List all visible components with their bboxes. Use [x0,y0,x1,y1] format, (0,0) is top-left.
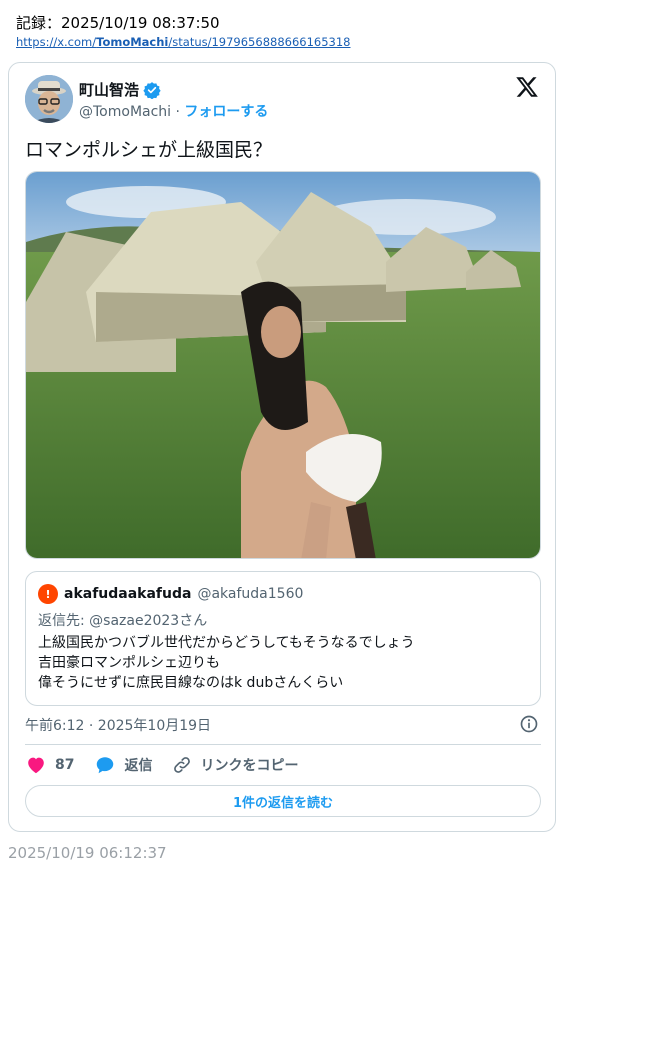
tweet-photo[interactable] [25,171,541,559]
source-link[interactable]: https://x.com/TomoMachi/status/197965688… [16,35,351,49]
verified-badge-icon [143,81,161,99]
quote-line: 偉そうにせずに庶民目線なのはk dubさんくらい [38,675,344,691]
quote-avatar[interactable]: ! [38,584,58,604]
like-count: 87 [55,757,75,773]
tweet-card: 町山智浩 @TomoMachi · フォローする ロマンポルシェが上級国民？ !… [8,62,556,832]
tweet-text: ロマンポルシェが上級国民？ [25,139,273,161]
action-bar: 87 返信 リンクをコピー [25,753,298,777]
quote-handle[interactable]: @akafuda1560 [197,586,303,602]
quote-text: 上級国民かつバブル世代だからどうしてもそうなるでしょう 吉田豪ロマンポルシェ辺り… [38,633,415,693]
photo-image [26,172,540,558]
heart-icon [28,757,44,774]
divider [25,744,541,745]
handle-row: @TomoMachi · フォローする [79,101,268,121]
follow-button[interactable]: フォローする [184,104,268,120]
quoted-tweet[interactable]: ! akafudaakafuda @akafuda1560 返信先: @saza… [25,571,541,706]
speech-bubble-icon [97,757,114,774]
reply-label: 返信 [124,758,153,774]
tweet-timestamp[interactable]: 午前6:12 · 2025年10月19日 [25,715,211,735]
link-icon [174,757,191,773]
author-handle[interactable]: @TomoMachi [79,104,171,120]
avatar[interactable] [25,75,73,123]
quote-display-name[interactable]: akafudaakafuda [64,586,191,602]
quote-header: ! akafudaakafuda @akafuda1560 [38,584,303,604]
source-link-suffix[interactable]: /status/1979656888666165318 [168,35,350,49]
display-name[interactable]: 町山智浩 [79,79,139,100]
copy-link-label: リンクをコピー [200,758,299,774]
source-link-user[interactable]: TomoMachi [96,35,168,49]
like-button[interactable]: 87 [25,754,74,776]
record-timestamp: 記録：2025/10/19 08:37:50 [16,14,220,32]
quote-line: 吉田豪ロマンポルシェ辺りも [38,655,220,671]
read-replies-button[interactable]: 1件の返信を読む [25,785,541,817]
author-name-row: 町山智浩 [79,79,161,100]
quote-reply-to: 返信先: @sazae2023さん [38,613,208,629]
info-icon[interactable] [519,714,539,734]
copy-link-button[interactable]: リンクをコピー [172,755,298,775]
archive-timestamp: 2025/10/19 06:12:37 [8,844,167,862]
avatar-image [25,75,73,123]
reply-button[interactable]: 返信 [94,754,152,776]
source-link-prefix[interactable]: https://x.com/ [16,35,96,49]
handle-separator: · [175,104,180,120]
x-logo-icon[interactable] [515,75,539,99]
quote-line: 上級国民かつバブル世代だからどうしてもそうなるでしょう [38,635,415,651]
